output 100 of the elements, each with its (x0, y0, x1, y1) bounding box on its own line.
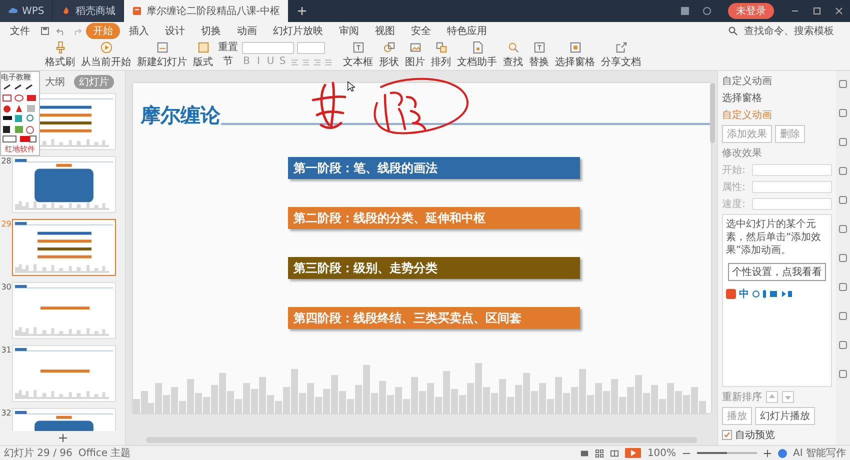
ribbon-tab[interactable]: 安全 (404, 23, 438, 39)
ribbon-tab[interactable]: 设计 (158, 23, 192, 39)
save-icon[interactable] (40, 26, 50, 36)
ai-orb-icon (778, 448, 788, 458)
ribbon-button[interactable]: 文本框 (342, 41, 374, 69)
share-icon (614, 41, 628, 54)
flame-icon (61, 6, 72, 16)
slide-thumbnail[interactable] (12, 219, 116, 276)
ribbon-tab[interactable]: 动画 (230, 23, 264, 39)
ribbon-button[interactable]: 形状 (378, 41, 400, 69)
plus-icon[interactable] (296, 6, 307, 16)
selection-pane-link[interactable]: 选择窗格 (722, 91, 832, 105)
document-icon (132, 6, 142, 16)
close-icon[interactable] (834, 6, 844, 16)
slide-number: 29 (1, 220, 11, 229)
stage-banner: 第三阶段：级别、走势分类 (288, 257, 580, 279)
ribbon-button[interactable]: 格式刷 (44, 41, 76, 69)
ribbon-button[interactable]: 排列 (430, 41, 452, 69)
ribbon-button[interactable]: 分享文档 (600, 41, 642, 69)
window-tab[interactable]: 摩尔缠论二阶段精品八课-中枢 (124, 0, 288, 22)
window-tab[interactable]: 稻壳商城 (53, 0, 124, 22)
tool-icon[interactable] (838, 282, 848, 292)
auto-preview-checkbox[interactable]: 自动预览 (722, 428, 832, 442)
ribbon-button[interactable]: 选择窗格 (554, 41, 596, 69)
reorder-label: 重新排序 (722, 390, 762, 404)
arrange-icon (434, 41, 448, 54)
cloud-icon (8, 6, 18, 16)
square-icon[interactable] (680, 6, 690, 16)
slide-icon (156, 41, 168, 54)
tool-icon[interactable] (838, 137, 848, 147)
ai-writing-button[interactable]: AI 智能写作 (793, 446, 846, 460)
ribbon-button[interactable]: 重置 (218, 42, 238, 54)
ribbon-button[interactable]: 图片 (404, 41, 426, 69)
tool-icon[interactable] (838, 79, 848, 89)
hint-text: 选中幻灯片的某个元素，然后单击“添加效果”添加动画。 (726, 218, 822, 257)
file-menu-button[interactable]: 文件 (4, 24, 36, 38)
ribbon-button[interactable]: 查找 (502, 41, 524, 69)
ribbon-tab[interactable]: 审阅 (332, 23, 366, 39)
circle-icon[interactable] (702, 6, 712, 16)
dropdown-field[interactable] (752, 198, 832, 210)
panel-tab[interactable]: 大纲 (40, 75, 70, 89)
slideshow-button[interactable]: 幻灯片播放 (755, 407, 815, 425)
slideshow-play-icon[interactable] (625, 448, 642, 458)
stage-banner: 第二阶段：线段的分类、延伸和中枢 (288, 207, 580, 229)
ribbon-tab[interactable]: 特色应用 (440, 23, 494, 39)
tool-icon[interactable] (838, 340, 848, 350)
ribbon-button[interactable]: 从当前开始 (80, 41, 132, 69)
zoom-level[interactable]: 100% (647, 448, 676, 458)
search-field[interactable]: 查找命令、搜索模板 (726, 24, 846, 38)
input-method-tools-icon (752, 289, 792, 299)
slide-title: 摩尔缠论 (140, 103, 220, 127)
tool-icon[interactable] (838, 195, 848, 205)
font-size-field[interactable] (297, 42, 325, 54)
add-slide-icon[interactable] (58, 433, 68, 443)
search-icon (728, 26, 738, 36)
ribbon-tab[interactable]: 视图 (368, 23, 402, 39)
input-method-bar[interactable]: 中 (726, 287, 792, 301)
panel-title: 自定义动画 (722, 74, 773, 88)
ribbon-button[interactable]: 替换 (528, 41, 550, 69)
grid-view-icon[interactable] (595, 448, 604, 458)
picture-icon (408, 41, 422, 54)
dropdown-field[interactable] (752, 181, 832, 193)
layout-icon (196, 41, 210, 54)
field-label: 开始: (722, 164, 746, 177)
ribbon-tab[interactable]: 插入 (122, 23, 156, 39)
ribbon-tab[interactable]: 幻灯片放映 (266, 23, 330, 39)
ribbon-tab[interactable]: 切换 (194, 23, 228, 39)
tool-icon[interactable] (838, 369, 848, 379)
tool-icon[interactable] (838, 108, 848, 118)
tooltip: 个性设置，点我看看 (728, 263, 826, 281)
vertical-scrollbar[interactable] (710, 83, 715, 143)
document-icon (470, 41, 484, 54)
pane-icon (568, 41, 582, 54)
ribbon-button[interactable]: 新建幻灯片 (136, 41, 188, 69)
zoom-in-icon[interactable] (763, 448, 772, 458)
slide-number: 32 (1, 409, 11, 418)
drawing-tools-drawing[interactable] (2, 83, 38, 143)
tool-icon[interactable] (838, 253, 848, 263)
undo-icon[interactable] (56, 26, 66, 36)
stage-banner: 第四阶段：线段终结、三类买卖点、区间套 (288, 307, 580, 329)
ribbon-button[interactable]: 节 (218, 56, 238, 68)
ribbon-button[interactable]: 版式 (192, 41, 214, 69)
window-tab[interactable]: WPS (0, 0, 52, 22)
play-icon (100, 41, 112, 54)
reading-view-icon[interactable] (610, 448, 620, 458)
tool-icon[interactable] (838, 224, 848, 234)
maximize-icon[interactable] (812, 6, 822, 16)
dropdown-field[interactable] (752, 164, 832, 176)
ribbon-button[interactable]: 文档助手 (456, 41, 498, 69)
normal-view-icon[interactable] (580, 448, 590, 458)
brush-icon (54, 41, 66, 54)
stage-banner: 第一阶段：笔、线段的画法 (288, 157, 580, 179)
section-heading: 自定义动画 (722, 108, 773, 122)
redo-icon[interactable] (72, 26, 82, 36)
tool-icon[interactable] (838, 166, 848, 176)
search-icon (506, 41, 520, 54)
tool-icon[interactable] (838, 311, 848, 321)
slide-number: 31 (1, 346, 11, 355)
slide-counter: 幻灯片 29 / 96 (4, 446, 72, 460)
font-name-field[interactable] (242, 42, 294, 54)
